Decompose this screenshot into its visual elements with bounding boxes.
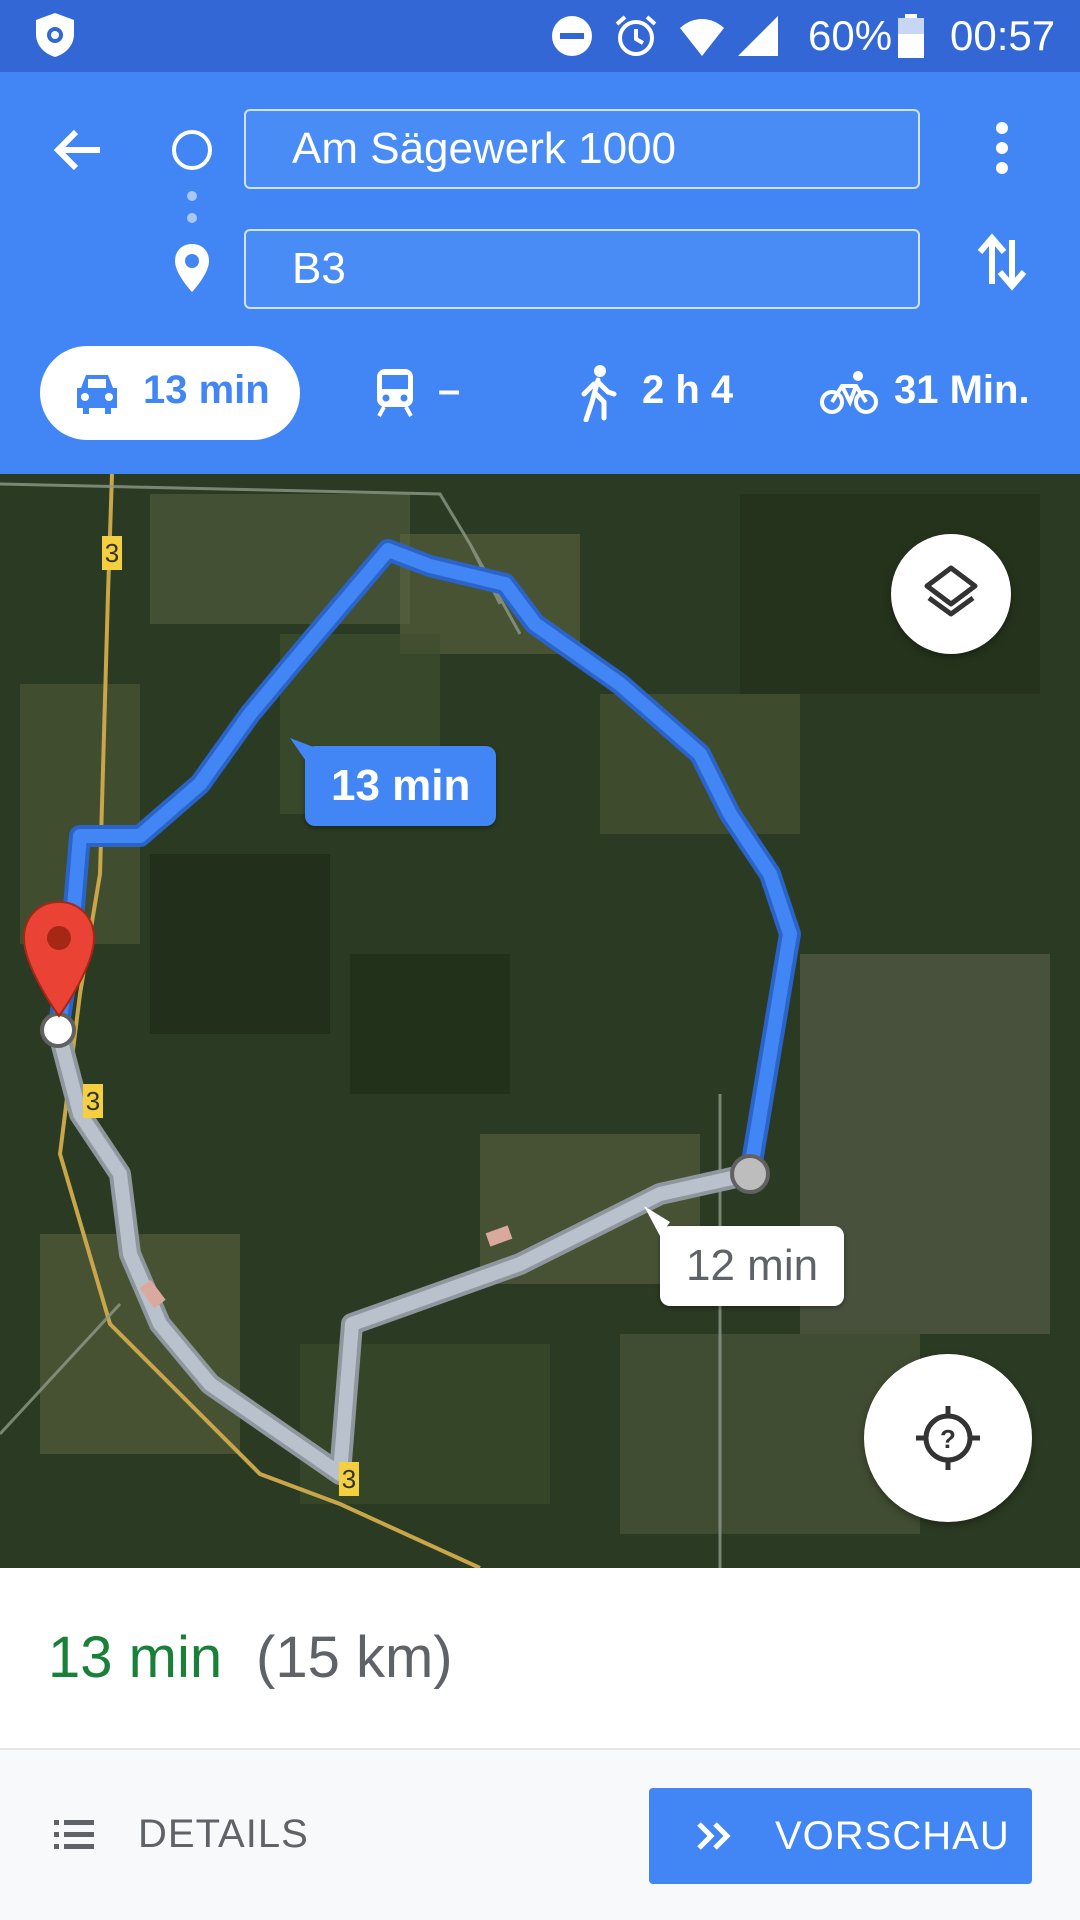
signal-icon (738, 16, 778, 56)
origin-input[interactable] (246, 111, 918, 187)
app-shield-icon (36, 13, 74, 57)
mode-walk-time: 2 h 4 (642, 368, 734, 412)
mode-drive-time: 13 min (143, 368, 270, 412)
bike-icon (820, 371, 878, 414)
map-view[interactable]: 3 3 3 13 min 12 min ? (0, 474, 1080, 1568)
layers-button[interactable] (891, 534, 1011, 654)
mode-tab-walk[interactable]: 2 h 4 (574, 346, 744, 440)
destination-input[interactable] (246, 231, 918, 307)
route-summary[interactable]: 13 min (15 km) (0, 1568, 1080, 1750)
route-waypoint (730, 1154, 770, 1194)
destination-pin-icon (175, 244, 209, 292)
preview-label: VORSCHAU (775, 1814, 1010, 1858)
battery-icon (898, 14, 924, 58)
back-arrow-icon[interactable] (50, 122, 106, 178)
summary-distance: (15 km) (256, 1625, 453, 1690)
swap-icon[interactable] (974, 232, 1030, 292)
car-icon (77, 375, 117, 414)
origin-field[interactable] (244, 109, 920, 189)
mode-transit-time: – (438, 368, 461, 412)
selected-route-time-bubble[interactable]: 13 min (305, 746, 497, 826)
summary-time: 13 min (48, 1625, 223, 1690)
preview-button[interactable]: VORSCHAU (649, 1788, 1032, 1884)
list-icon (54, 1820, 94, 1849)
details-button[interactable]: DETAILS (40, 1786, 340, 1882)
battery-percent: 60% (808, 12, 893, 59)
bottom-action-bar: DETAILS VORSCHAU (0, 1750, 1080, 1920)
double-chevron-icon (697, 1822, 731, 1850)
mode-tab-drive[interactable]: 13 min (40, 346, 300, 440)
alternate-route-time-bubble[interactable]: 12 min (660, 1226, 845, 1306)
alarm-icon (615, 15, 657, 56)
selected-route-time: 13 min (331, 761, 471, 810)
train-icon (377, 369, 413, 417)
my-location-button[interactable]: ? (864, 1354, 1032, 1522)
destination-field[interactable] (244, 229, 920, 309)
my-location-icon: ? (916, 1406, 980, 1470)
clock: 00:57 (950, 12, 1056, 59)
svg-text:?: ? (940, 1424, 956, 1454)
mode-bike-time: 31 Min. (894, 368, 1030, 412)
directions-header: 13 min – 2 h 4 31 Min. (0, 72, 1080, 474)
mode-tab-transit[interactable]: – (370, 346, 490, 440)
alternate-route-time: 12 min (686, 1241, 819, 1290)
more-vert-icon[interactable] (982, 120, 1022, 176)
details-label: DETAILS (138, 1812, 309, 1856)
road-badge: 3 (83, 1084, 103, 1118)
bubble-pointer (644, 1206, 670, 1236)
road-badge: 3 (339, 1462, 359, 1496)
destination-marker-icon[interactable] (18, 898, 100, 1020)
bubble-pointer (290, 738, 316, 764)
origin-circle-icon (172, 130, 212, 170)
walk-icon (581, 365, 617, 422)
status-bar: 60% 00:57 (0, 0, 1080, 72)
layers-icon (924, 565, 978, 617)
road-badge: 3 (102, 536, 122, 570)
mode-tab-bike[interactable]: 31 Min. (820, 346, 1044, 440)
dnd-icon (552, 16, 592, 56)
wifi-icon (680, 19, 724, 56)
